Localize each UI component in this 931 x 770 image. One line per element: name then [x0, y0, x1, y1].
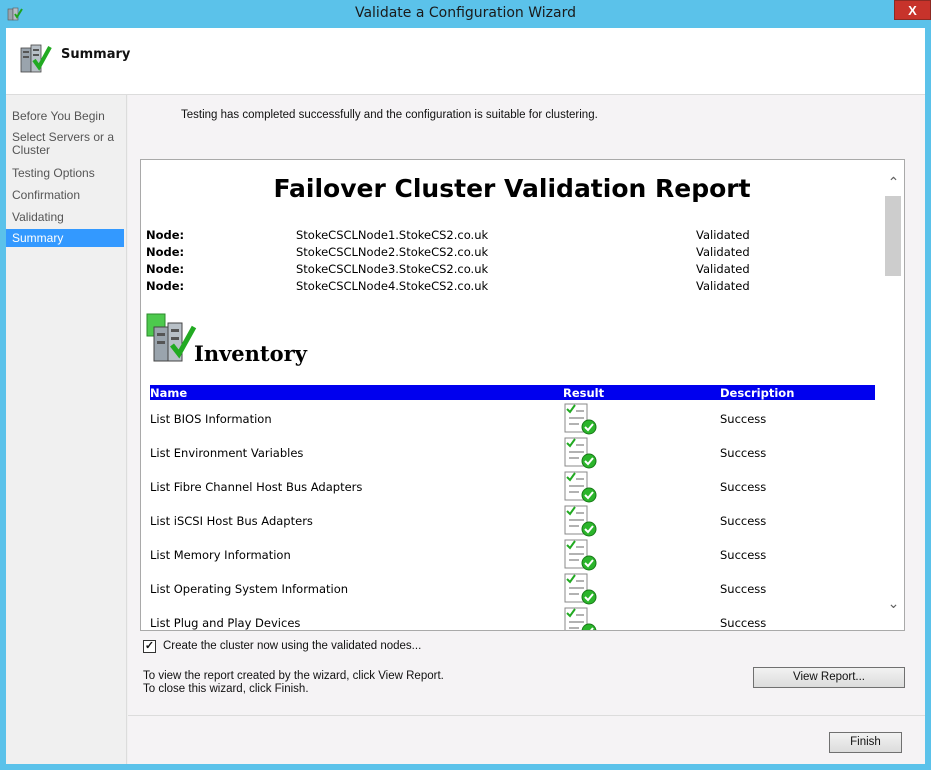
nav-item-validating[interactable]: Validating [6, 211, 124, 224]
test-name[interactable]: List Memory Information [150, 548, 291, 562]
test-result-description: Success [720, 616, 767, 630]
test-name[interactable]: List iSCSI Host Bus Adapters [150, 514, 313, 528]
report-document: Failover Cluster Validation Report Node:… [141, 160, 883, 630]
test-name[interactable]: List Operating System Information [150, 582, 348, 596]
nav-item-before-you-begin[interactable]: Before You Begin [6, 110, 124, 123]
node-row: Node: StokeCSCLNode2.StokeCS2.co.uk Vali… [146, 245, 876, 262]
node-label: Node: [146, 245, 185, 259]
inventory-icon [146, 313, 197, 362]
report-title: Failover Cluster Validation Report [273, 174, 751, 203]
table-row: List Plug and Play Devices Success [150, 605, 875, 630]
success-check-icon [564, 539, 597, 571]
page-title: Summary [61, 47, 131, 62]
wizard-header: Summary [6, 28, 925, 95]
test-result-description: Success [720, 548, 767, 562]
test-name[interactable]: List Plug and Play Devices [150, 616, 300, 630]
test-name[interactable]: List Fibre Channel Host Bus Adapters [150, 480, 362, 494]
report-viewer[interactable]: Failover Cluster Validation Report Node:… [140, 159, 905, 631]
node-label: Node: [146, 228, 185, 242]
section-title: Inventory [194, 341, 307, 366]
nav-item-summary[interactable]: Summary [6, 229, 124, 247]
table-row: List BIOS Information Success [150, 401, 875, 435]
node-name: StokeCSCLNode1.StokeCS2.co.uk [296, 228, 489, 242]
create-cluster-checkbox[interactable]: ✓ [143, 640, 156, 653]
test-result-description: Success [720, 582, 767, 596]
success-check-icon [564, 471, 597, 503]
column-header-name: Name [150, 386, 188, 400]
node-name: StokeCSCLNode4.StokeCS2.co.uk [296, 279, 489, 293]
node-name: StokeCSCLNode2.StokeCS2.co.uk [296, 245, 489, 259]
node-row: Node: StokeCSCLNode1.StokeCS2.co.uk Vali… [146, 228, 876, 245]
success-check-icon [564, 437, 597, 469]
table-row: List Environment Variables Success [150, 435, 875, 469]
node-status: Validated [696, 228, 750, 242]
nav-item-confirmation[interactable]: Confirmation [6, 189, 124, 202]
success-check-icon [564, 403, 597, 435]
node-status: Validated [696, 245, 750, 259]
node-label: Node: [146, 262, 185, 276]
table-row: List Operating System Information Succes… [150, 571, 875, 605]
scroll-thumb[interactable] [885, 196, 901, 276]
test-result-description: Success [720, 514, 767, 528]
table-row: List Fibre Channel Host Bus Adapters Suc… [150, 469, 875, 503]
success-check-icon [564, 505, 597, 537]
nav-item-select-servers[interactable]: Select Servers or a Cluster [6, 131, 116, 157]
test-result-description: Success [720, 480, 767, 494]
window-title: Validate a Configuration Wizard [354, 5, 577, 21]
finish-button[interactable]: Finish [829, 732, 902, 753]
table-row: List Memory Information Success [150, 537, 875, 571]
scroll-down-icon[interactable]: ⌄ [883, 595, 904, 615]
view-report-button[interactable]: View Report... [753, 667, 905, 688]
column-header-description: Description [720, 386, 795, 400]
title-bar: Validate a Configuration Wizard X [0, 0, 931, 28]
test-result-description: Success [720, 446, 767, 460]
node-name: StokeCSCLNode3.StokeCS2.co.uk [296, 262, 489, 276]
test-name[interactable]: List Environment Variables [150, 446, 303, 460]
table-header: Name Result Description [150, 385, 875, 400]
success-check-icon [564, 607, 597, 630]
nav-item-testing-options[interactable]: Testing Options [6, 167, 124, 180]
test-result-description: Success [720, 412, 767, 426]
node-row: Node: StokeCSCLNode3.StokeCS2.co.uk Vali… [146, 262, 876, 279]
node-status: Validated [696, 279, 750, 293]
success-check-icon [564, 573, 597, 605]
node-row: Node: StokeCSCLNode4.StokeCS2.co.uk Vali… [146, 279, 876, 296]
scroll-up-icon[interactable]: ⌃ [883, 174, 904, 194]
test-name[interactable]: List BIOS Information [150, 412, 272, 426]
report-scrollbar[interactable]: ⌃ ⌄ [883, 160, 904, 630]
info-text-view-report: To view the report created by the wizard… [143, 670, 444, 682]
main-content: Testing has completed successfully and t… [128, 95, 925, 764]
column-header-result: Result [563, 386, 605, 400]
table-row: List iSCSI Host Bus Adapters Success [150, 503, 875, 537]
info-text-finish: To close this wizard, click Finish. [143, 683, 309, 695]
footer-divider [128, 715, 925, 716]
node-status: Validated [696, 262, 750, 276]
cluster-validate-icon [20, 44, 52, 73]
close-button[interactable]: X [894, 0, 931, 20]
status-message: Testing has completed successfully and t… [181, 109, 598, 121]
create-cluster-label[interactable]: Create the cluster now using the validat… [163, 640, 421, 652]
wizard-steps: Before You Begin Select Servers or a Clu… [6, 95, 127, 764]
node-label: Node: [146, 279, 185, 293]
wizard-window: Summary Before You Begin Select Servers … [6, 28, 925, 764]
